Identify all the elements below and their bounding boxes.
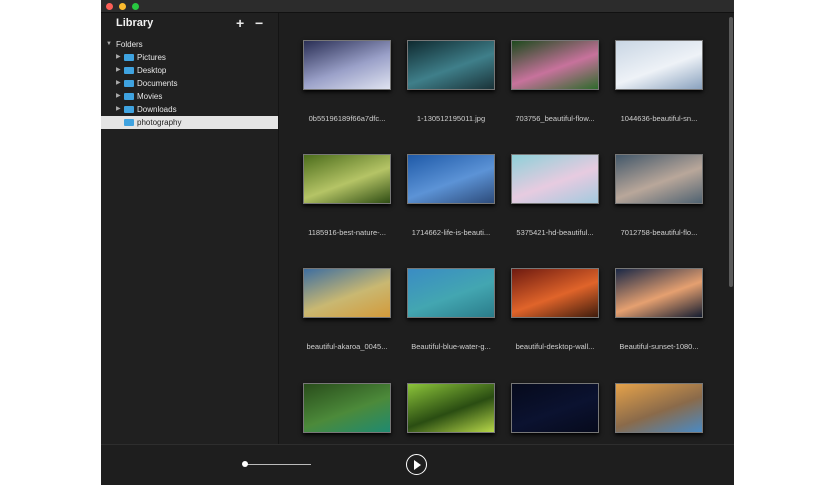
image-thumbnail[interactable] — [303, 383, 391, 433]
image-filename: 7012758-beautiful-flo... — [620, 228, 698, 237]
sidebar-item-desktop[interactable]: ▶ Desktop — [101, 64, 278, 77]
image-thumbnail[interactable] — [615, 154, 703, 204]
sidebar-item-photography[interactable]: photography — [101, 116, 278, 129]
disclosure-closed-icon[interactable]: ▶ — [116, 51, 121, 64]
app-window: Library + − ▼ Folders ▶ Pictures ▶ Deskto… — [101, 0, 734, 485]
image-filename: Beautiful-blue-water-g... — [411, 342, 491, 351]
title-bar — [101, 0, 734, 13]
image-filename: beautiful-akaroa_0045... — [306, 342, 388, 351]
image-filename: 0b55196189f66a7dfc... — [308, 114, 386, 123]
disclosure-closed-icon[interactable]: ▶ — [116, 103, 121, 116]
image-thumbnail[interactable] — [511, 40, 599, 90]
disclosure-open-icon[interactable]: ▼ — [106, 38, 112, 51]
image-thumbnail[interactable] — [511, 154, 599, 204]
folder-icon — [124, 54, 134, 61]
folder-label: Documents — [137, 79, 178, 88]
play-slideshow-button[interactable] — [406, 454, 427, 475]
folder-icon — [124, 93, 134, 100]
image-filename: 1044636-beautiful-sn... — [620, 114, 698, 123]
image-filename: beautiful-desktop-wall... — [515, 342, 595, 351]
sidebar-item-pictures[interactable]: ▶ Pictures — [101, 51, 278, 64]
image-filename: 703756_beautiful-flow... — [515, 114, 595, 123]
image-filename: 1714662-life-is-beauti... — [411, 228, 491, 237]
image-thumbnail[interactable] — [407, 268, 495, 318]
image-thumbnail[interactable] — [407, 40, 495, 90]
sidebar-item-documents[interactable]: ▶ Documents — [101, 77, 278, 90]
image-thumbnail[interactable] — [303, 268, 391, 318]
folder-tree: ▼ Folders ▶ Pictures ▶ Desktop ▶ Documents… — [101, 38, 278, 129]
folder-icon — [124, 119, 134, 126]
image-thumbnail[interactable] — [615, 40, 703, 90]
folder-icon — [124, 80, 134, 87]
zoom-button[interactable] — [132, 3, 139, 10]
sidebar-item-movies[interactable]: ▶ Movies — [101, 90, 278, 103]
slider-knob[interactable] — [242, 461, 248, 467]
minimize-button[interactable] — [119, 3, 126, 10]
sidebar-item-downloads[interactable]: ▶ Downloads — [101, 103, 278, 116]
tree-root-folders[interactable]: ▼ Folders — [101, 38, 278, 51]
close-button[interactable] — [106, 3, 113, 10]
image-filename: Beautiful-sunset-1080... — [619, 342, 699, 351]
thumbnail-size-slider[interactable] — [245, 464, 311, 465]
image-thumbnail[interactable] — [303, 40, 391, 90]
image-thumbnail[interactable] — [615, 268, 703, 318]
remove-folder-button[interactable]: − — [255, 15, 263, 31]
folder-icon — [124, 67, 134, 74]
image-filename: 1185916-best-nature-... — [308, 228, 386, 237]
add-folder-button[interactable]: + — [236, 15, 244, 31]
folder-label: Pictures — [137, 53, 166, 62]
image-thumbnail[interactable] — [511, 383, 599, 433]
disclosure-closed-icon[interactable]: ▶ — [116, 90, 121, 103]
image-thumbnail[interactable] — [407, 154, 495, 204]
folder-icon — [124, 106, 134, 113]
image-thumbnail[interactable] — [303, 154, 391, 204]
image-filename: 1-130512195011.jpg — [416, 114, 486, 123]
image-thumbnail[interactable] — [511, 268, 599, 318]
image-filename: 5375421-hd-beautiful... — [516, 228, 594, 237]
scrollbar[interactable] — [729, 17, 733, 287]
image-thumbnail[interactable] — [407, 383, 495, 433]
disclosure-closed-icon[interactable]: ▶ — [116, 77, 121, 90]
sidebar: Library + − ▼ Folders ▶ Pictures ▶ Deskto… — [101, 13, 279, 444]
library-title: Library — [116, 17, 154, 29]
folder-label: Downloads — [137, 105, 177, 114]
folder-label: Movies — [137, 92, 163, 101]
disclosure-closed-icon[interactable]: ▶ — [116, 64, 121, 77]
image-grid: 0b55196189f66a7dfc... 1-130512195011.jpg 7… — [279, 13, 734, 444]
folder-label: photography — [137, 118, 182, 127]
image-thumbnail[interactable] — [615, 383, 703, 433]
bottom-toolbar — [101, 444, 734, 485]
tree-root-label: Folders — [116, 40, 143, 49]
folder-label: Desktop — [137, 66, 167, 75]
